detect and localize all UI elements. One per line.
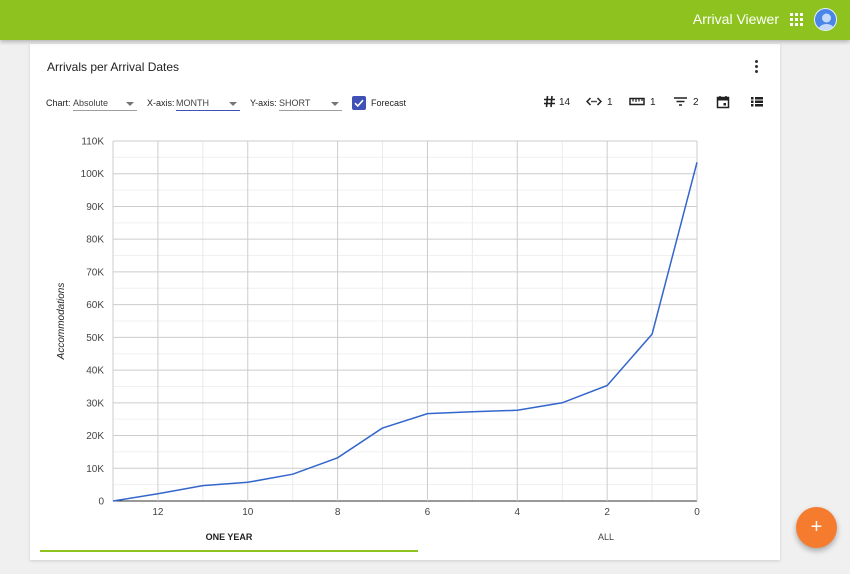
code-arrows-icon [586,97,602,106]
y-tick-label: 100K [81,169,105,180]
filter-count: 2 [693,97,699,108]
x-tick-label: 2 [604,507,610,518]
account-avatar-icon[interactable] [814,8,837,31]
filter-count-button[interactable]: 2 [673,94,701,110]
y-tick-label: 30K [86,398,104,409]
app-title: Arrival Viewer [692,11,779,27]
filter-icon [674,97,687,106]
x-axis-label: X-axis: [147,98,175,108]
y-axis-select[interactable]: Y-axis: SHORT [250,96,343,112]
code-count-button[interactable]: 1 [586,94,614,110]
add-icon: + [810,516,823,538]
series-line [112,162,698,502]
view-list-button[interactable] [750,94,766,110]
x-tick-label: 10 [242,507,254,518]
card-title: Arrivals per Arrival Dates [47,60,180,74]
line-chart: 0 10K 20K 30K 40K 50K 60K 70K 80K 90K 100K 110K 12 10… [56,137,700,519]
apps-grid-icon[interactable] [790,13,803,26]
chart-type-value[interactable]: Absolute [73,96,137,111]
x-axis-select[interactable]: X-axis: MONTH [147,96,241,112]
y-tick-label: 0 [98,497,104,508]
x-axis-value[interactable]: MONTH [176,96,240,111]
ruler-count-button[interactable]: 1 [629,94,657,110]
add-fab-button[interactable]: + [796,507,837,548]
view-list-icon [751,97,763,107]
calendar-icon [716,96,730,109]
chart-type-label: Chart: [46,98,71,108]
range-tabs: ONE YEAR ALL [40,524,770,552]
more-vert-icon[interactable] [755,60,759,73]
y-tick-label: 40K [86,366,104,377]
y-axis-title: Accommodations [56,283,67,361]
y-tick-label: 10K [86,464,104,475]
y-tick-label: 20K [86,431,104,442]
tab-all[interactable]: ALL [417,524,795,552]
dropdown-caret-icon [229,102,237,106]
x-tick-label: 12 [152,507,164,518]
y-axis-label: Y-axis: [250,98,277,108]
x-tick-label: 0 [694,507,700,518]
x-tick-label: 4 [515,507,521,518]
app-bar: Arrival Viewer [0,0,850,40]
calendar-button[interactable] [716,94,732,110]
chart-type-select[interactable]: Chart: Absolute [46,96,138,112]
ruler-count: 1 [650,97,656,108]
y-tick-label: 80K [86,235,104,246]
y-tick-label: 50K [86,333,104,344]
y-tick-label: 70K [86,267,104,278]
hash-icon [544,95,555,108]
hash-count-button[interactable]: 14 [543,94,571,110]
forecast-checkbox[interactable] [352,96,366,110]
y-axis-value[interactable]: SHORT [279,96,342,111]
chart-card: Arrivals per Arrival Dates Chart: Absolu… [30,44,780,560]
x-tick-label: 8 [335,507,341,518]
dropdown-caret-icon [331,102,339,106]
tab-one-year[interactable]: ONE YEAR [40,524,418,552]
hash-count: 14 [559,97,571,108]
code-count: 1 [607,97,613,108]
y-tick-label: 90K [86,202,104,213]
y-tick-label: 60K [86,300,104,311]
y-tick-label: 110K [81,137,104,148]
dropdown-caret-icon [126,102,134,106]
x-tick-label: 6 [425,507,431,518]
ruler-icon [629,97,645,106]
forecast-label: Forecast [371,98,407,108]
